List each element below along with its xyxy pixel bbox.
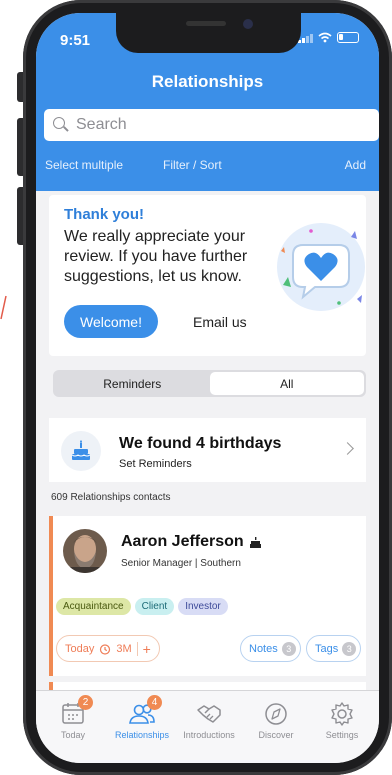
handshake-icon (197, 705, 221, 723)
search-bar[interactable] (44, 109, 379, 141)
birthday-cake-icon (249, 536, 261, 548)
tab-discover-label: Discover (258, 730, 294, 740)
chevron-right-icon (341, 442, 354, 455)
tab-introductions[interactable]: Introductions (174, 701, 244, 740)
reminder-interval: 3M (116, 642, 132, 655)
segment-reminders[interactable]: Reminders (55, 372, 210, 395)
tag-client[interactable]: Client (134, 598, 175, 615)
tag-investor[interactable]: Investor (178, 598, 228, 615)
set-reminders-label: Set Reminders (119, 458, 192, 470)
contact-tags: Acquaintance Client Investor (56, 598, 228, 615)
add-button[interactable]: Add (345, 158, 366, 172)
tab-today-label: Today (60, 730, 86, 740)
email-us-link[interactable]: Email us (193, 314, 247, 330)
heart-message-icon (277, 223, 365, 311)
notes-button[interactable]: Notes 3 (240, 635, 301, 662)
contact-name-text: Aaron Jefferson (121, 533, 244, 550)
birthdays-banner[interactable]: We found 4 birthdays Set Reminders (49, 418, 366, 482)
tab-bar: 2 Today 4 Relationships Introductions Di… (36, 690, 379, 763)
cake-icon-wrapper (61, 431, 101, 471)
tags-count: 3 (342, 641, 357, 656)
tab-relationships[interactable]: 4 Relationships (107, 695, 177, 740)
search-input[interactable] (76, 116, 356, 134)
today-badge: 2 (78, 695, 93, 710)
tab-relationships-label: Relationships (114, 730, 170, 740)
battery-icon (337, 32, 359, 43)
tab-settings[interactable]: Settings (307, 701, 377, 740)
contact-card[interactable]: Aaron Jefferson Senior Manager | Souther… (49, 516, 366, 676)
tab-discover[interactable]: Discover (241, 701, 311, 740)
reminder-today-label: Today (65, 642, 95, 655)
contact-name: Aaron Jefferson (121, 533, 262, 551)
cake-icon (71, 440, 91, 460)
filter-sort-button[interactable]: Filter / Sort (163, 158, 222, 172)
notes-label: Notes (249, 642, 278, 655)
status-icons (298, 32, 359, 43)
status-time: 9:51 (60, 32, 91, 49)
thank-you-card: Thank you! We really appreciate your rev… (49, 195, 366, 356)
contacts-count: 609 Relationships contacts (51, 492, 171, 503)
relationships-badge: 4 (147, 695, 162, 710)
avatar (63, 529, 107, 573)
search-icon (52, 116, 70, 134)
pill-divider (136, 641, 138, 656)
tab-today[interactable]: 2 Today (38, 695, 108, 740)
compass-icon (265, 703, 287, 725)
tab-introductions-label: Introductions (183, 730, 235, 740)
welcome-button[interactable]: Welcome! (64, 305, 158, 338)
notes-count: 3 (281, 641, 296, 656)
recurring-clock-icon (100, 643, 111, 655)
segmented-control: Reminders All (53, 370, 366, 397)
gear-icon (331, 702, 353, 726)
stray-red-mark (0, 295, 7, 320)
tags-button[interactable]: Tags 3 (306, 635, 362, 662)
page-title: Relationships (151, 72, 264, 91)
tab-settings-label: Settings (325, 730, 359, 740)
birthdays-title: We found 4 birthdays (119, 435, 282, 452)
app-screen: 9:51 Relationships Select multiple Filte… (36, 13, 379, 763)
tag-acquaintance[interactable]: Acquaintance (56, 598, 131, 615)
select-multiple-button[interactable]: Select multiple (45, 158, 123, 172)
wifi-icon (318, 32, 332, 43)
reminder-control[interactable]: Today 3M + (56, 635, 160, 662)
thank-you-message: We really appreciate your review. If you… (64, 228, 248, 285)
add-reminder-button[interactable]: + (143, 641, 151, 657)
thank-you-title: Thank you! (64, 206, 145, 223)
segment-all[interactable]: All (209, 372, 364, 395)
contact-role: Senior Manager | Southern (121, 558, 241, 569)
tags-label: Tags (315, 642, 339, 655)
device-notch (116, 13, 301, 53)
